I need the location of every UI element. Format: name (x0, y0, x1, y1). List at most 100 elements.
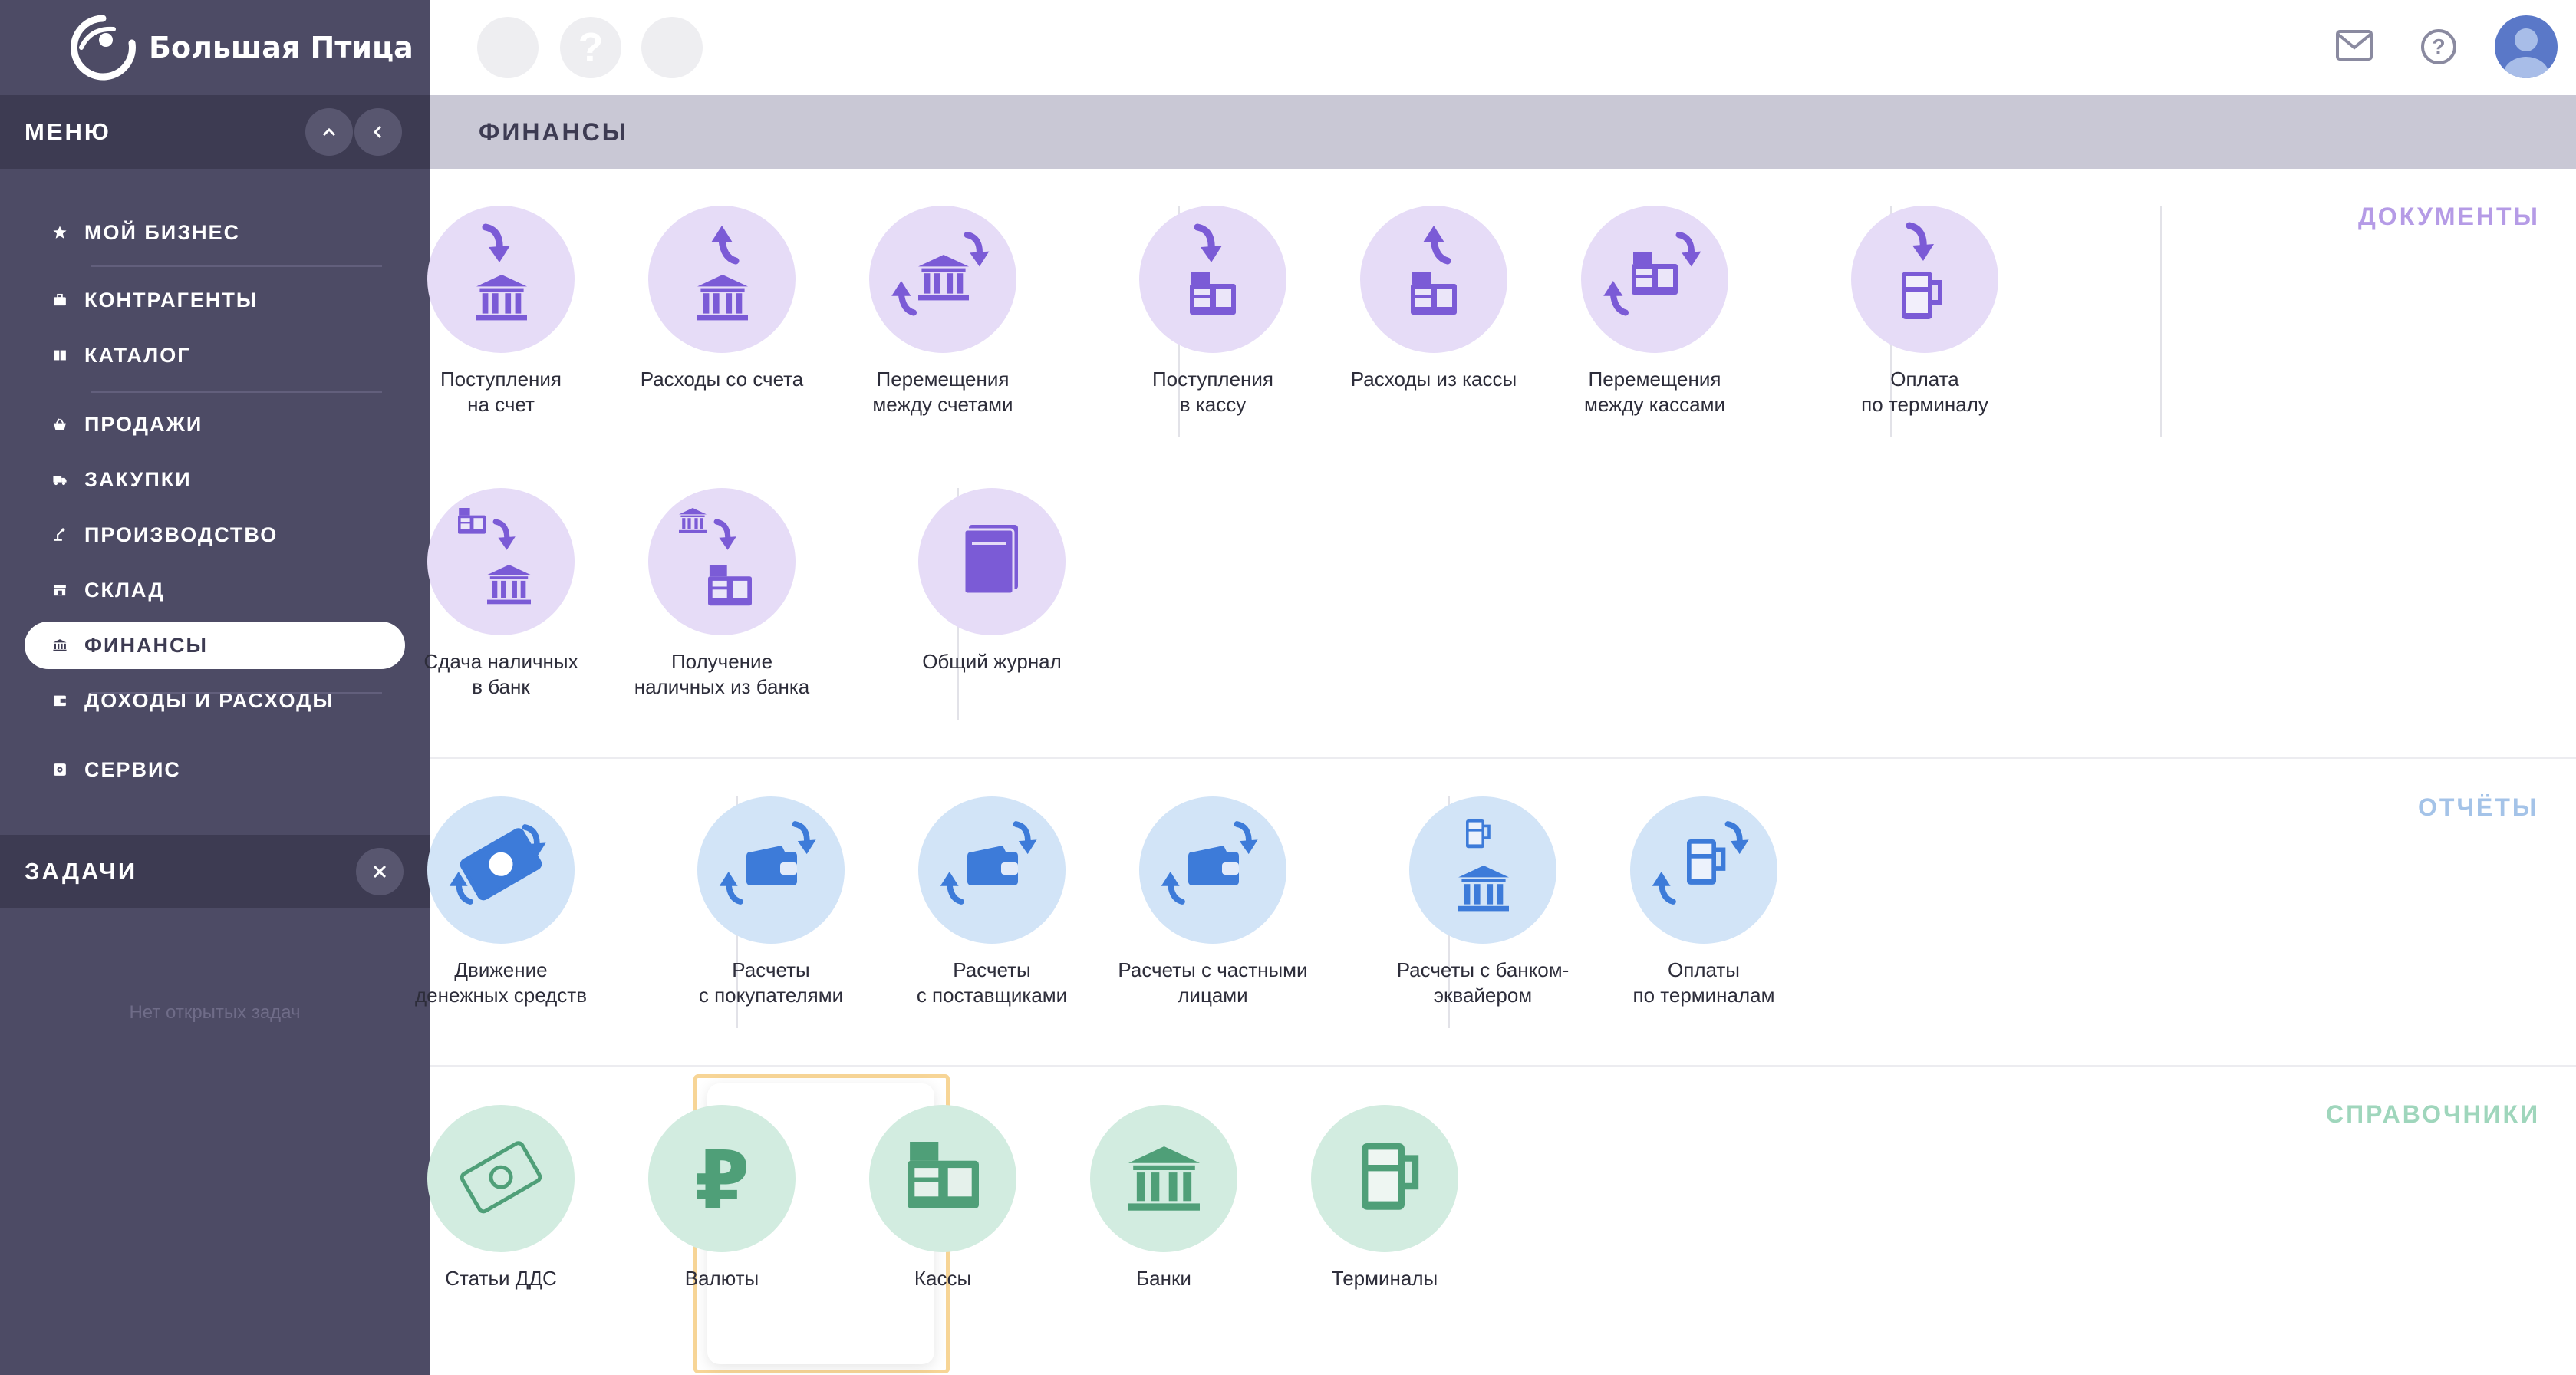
card-icon-circle (869, 1105, 1016, 1252)
cash-to-bank-icon (458, 508, 531, 605)
sidebar-item-4[interactable]: ПРОДАЖИ (25, 401, 405, 448)
sidebar-item-10[interactable]: СЕРВИС (25, 746, 405, 793)
tasks-title: ЗАДАЧИ (25, 858, 138, 885)
card-label: Банки (1136, 1267, 1191, 1290)
card-label: Терминалы (1331, 1267, 1438, 1290)
documents-card-register-withdraw[interactable]: Расходы из кассы (1334, 206, 1533, 392)
cash-flow-icon (449, 824, 546, 905)
references-card-bank-building[interactable]: Банки (1064, 1105, 1263, 1291)
menu-divider (91, 265, 382, 267)
register-withdraw-icon (1411, 226, 1457, 315)
section-divider (430, 757, 2576, 759)
card-icon-circle (918, 796, 1066, 944)
sidebar-item-6[interactable]: ПРОИЗВОДСТВО (25, 511, 405, 559)
reports-card-individuals-settlement[interactable]: Расчеты с частными лицами (1113, 796, 1313, 1008)
documents-card-cash-to-bank[interactable]: Сдача наличных в банк (401, 488, 601, 700)
documents-card-register-transfer[interactable]: Перемещения между кассами (1555, 206, 1754, 417)
documents-section-title: ДОКУМЕНТЫ (2358, 203, 2540, 230)
journal-icon (963, 525, 1018, 595)
menu-divider (91, 692, 382, 694)
register-deposit-icon (1190, 223, 1236, 315)
toolbar-button-1[interactable] (477, 17, 539, 78)
help-icon[interactable]: ? (2420, 28, 2458, 66)
register-transfer-icon (1603, 231, 1701, 316)
sidebar-item-8[interactable]: ФИНАНСЫ (25, 622, 405, 669)
documents-card-bank-transfer[interactable]: Перемещения между счетами (843, 206, 1043, 417)
no-tasks-text: Нет открытых задач (129, 1002, 301, 1023)
documents-card-register-deposit[interactable]: Поступления в кассу (1113, 206, 1313, 417)
acquirer-settlement-icon (1458, 819, 1509, 912)
sidebar-item-5[interactable]: ЗАКУПКИ (25, 456, 405, 503)
references-card-cash-register[interactable]: Кассы (843, 1105, 1043, 1291)
briefcase-icon (54, 293, 66, 306)
card-icon-circle (1139, 206, 1286, 353)
bank-transfer-icon (891, 231, 990, 316)
references-card-pos-terminal[interactable]: Терминалы (1285, 1105, 1484, 1291)
documents-card-terminal-payment[interactable]: Оплата по терминалу (1825, 206, 2024, 417)
card-icon-circle (697, 796, 845, 944)
reports-card-suppliers-settlement[interactable]: Расчеты с поставщиками (892, 796, 1092, 1008)
card-icon-circle (427, 488, 575, 635)
toolbar-button-3[interactable] (641, 17, 703, 78)
card-icon-circle (1139, 796, 1286, 944)
app-logo[interactable]: Большая Птица (68, 11, 413, 84)
card-label: Расчеты с покупателями (698, 958, 844, 1007)
help-toolbar-button[interactable]: ? (560, 17, 621, 78)
page-title: ФИНАНСЫ (479, 117, 629, 146)
card-icon-circle (918, 488, 1066, 635)
card-label: Получение наличных из банка (634, 650, 810, 698)
sidebar-item-label: СЕРВИС (84, 757, 181, 781)
ruble-icon: ₽ (694, 1133, 749, 1227)
menu-divider (91, 391, 382, 393)
sidebar-item-label: КОНТРАГЕНТЫ (84, 288, 259, 312)
chevron-up-icon (322, 127, 336, 137)
bank-deposit-icon (476, 223, 527, 321)
sidebar-item-2[interactable]: КОНТРАГЕНТЫ (25, 276, 405, 324)
terminal-payment-icon (1902, 222, 1942, 319)
card-label: Валюты (684, 1267, 759, 1290)
sidebar-item-label: СКЛАД (84, 578, 165, 602)
card-icon-circle (427, 1105, 575, 1252)
references-card-ruble[interactable]: ₽ Валюты (622, 1105, 822, 1291)
references-section-title: СПРАВОЧНИКИ (2326, 1100, 2541, 1128)
sidebar-item-7[interactable]: СКЛАД (25, 566, 405, 614)
card-label: Оплаты по терминалам (1632, 958, 1775, 1007)
card-label: Сдача наличных в банк (423, 650, 578, 698)
card-icon-circle (648, 488, 796, 635)
cash-from-bank-icon (679, 508, 752, 606)
bank-building-icon (1128, 1146, 1200, 1211)
question-icon: ? (578, 25, 604, 71)
sidebar-item-9[interactable]: ДОХОДЫ И РАСХОДЫ (25, 677, 405, 724)
documents-card-bank-withdraw[interactable]: Расходы со счета (622, 206, 822, 392)
card-icon-circle (1090, 1105, 1237, 1252)
book-icon (54, 350, 66, 361)
customers-settlement-icon (719, 821, 816, 905)
page-title-bar: ФИНАНСЫ (430, 95, 2576, 169)
documents-card-journal[interactable]: Общий журнал (892, 488, 1092, 674)
sidebar: Большая Птица МЕНЮ МОЙ БИЗНЕС КОНТРАГЕНТЫ… (0, 0, 430, 1375)
documents-card-cash-from-bank[interactable]: Получение наличных из банка (622, 488, 822, 700)
sidebar-item-label: ПРОДАЖИ (84, 412, 203, 436)
references-card-cash-items[interactable]: Статьи ДДС (401, 1105, 601, 1291)
card-label: Поступления на счет (440, 368, 562, 416)
sidebar-item-3[interactable]: КАТАЛОГ (25, 331, 405, 379)
sidebar-item-1[interactable]: МОЙ БИЗНЕС (25, 209, 405, 256)
close-tasks-button[interactable] (356, 848, 404, 895)
reports-card-terminal-payments[interactable]: Оплаты по терминалам (1604, 796, 1804, 1008)
chevron-left-icon (373, 125, 382, 139)
card-label: Расходы со счета (640, 368, 804, 391)
reports-card-customers-settlement[interactable]: Расчеты с покупателями (671, 796, 871, 1008)
collapse-menu-button[interactable] (305, 108, 353, 156)
hide-sidebar-button[interactable] (354, 108, 402, 156)
card-label: Перемещения между счетами (872, 368, 1013, 416)
card-label: Движение денежных средств (414, 958, 588, 1007)
card-icon-circle (1630, 796, 1777, 944)
reports-card-cash-flow[interactable]: Движение денежных средств (401, 796, 601, 1008)
documents-card-bank-deposit[interactable]: Поступления на счет (401, 206, 601, 417)
mail-icon[interactable] (2335, 29, 2373, 61)
svg-text:₽: ₽ (694, 1133, 749, 1227)
user-avatar[interactable] (2495, 15, 2558, 78)
bank-icon (53, 639, 67, 651)
reports-card-acquirer-settlement[interactable]: Расчеты с банком- эквайером (1383, 796, 1583, 1008)
menu-title: МЕНЮ (25, 118, 111, 145)
